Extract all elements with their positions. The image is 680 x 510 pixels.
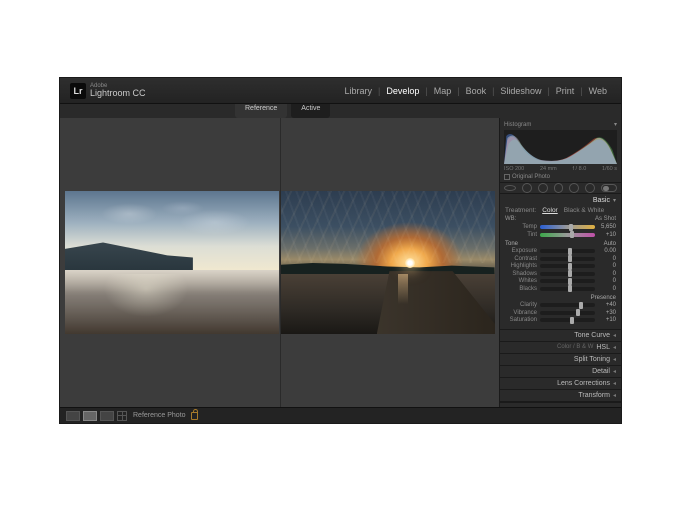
view-loupe-icon[interactable] [66,411,80,421]
brush-icon[interactable] [585,183,595,193]
slider-saturation[interactable]: Saturation +10 [505,317,616,323]
toolbar-bottom: Reference Photo [60,407,621,423]
slider-highlights[interactable]: Highlights 0 [505,263,616,269]
crop-icon[interactable] [504,185,516,191]
radial-icon[interactable] [569,183,579,193]
module-slideshow[interactable]: Slideshow [496,86,545,96]
original-label: Original Photo [512,174,550,180]
tab-active[interactable]: Active [291,104,330,118]
active-photo[interactable] [281,191,495,334]
slider-vibrance[interactable]: Vibrance +30 [505,310,616,316]
compare-viewer [60,118,499,407]
tool-strip [500,183,621,194]
lock-icon[interactable] [191,412,198,420]
chevron-down-icon[interactable]: ▾ [614,121,617,128]
right-panel: Histogram▾ ISO 200 24 mm f / 8.0 1/60 s … [499,118,621,407]
slider-contrast[interactable]: Contrast 0 [505,256,616,262]
panel-lens corrections[interactable]: Lens Corrections◂ [500,378,621,390]
view-grid-icon[interactable] [117,411,127,421]
module-develop[interactable]: Develop [382,86,423,96]
presence-label: Presence [591,295,616,301]
module-library[interactable]: Library [340,86,376,96]
auto-button[interactable]: Auto [604,241,616,247]
lr-icon: Lr [70,83,86,99]
tab-reference[interactable]: Reference [235,104,287,118]
wb-label: WB: [505,216,516,222]
histogram-title: Histogram [504,122,531,128]
bottom-label: Reference Photo [133,412,186,419]
slider-tint[interactable]: Tint +10 [505,232,616,238]
reference-active-tabs: Reference Active [60,104,621,118]
app-logo: Lr Adobe Lightroom CC [70,83,146,99]
module-book[interactable]: Book [462,86,491,96]
brand-app: Lightroom CC [90,89,146,98]
reference-photo[interactable] [65,191,279,334]
tone-label: Tone [505,241,518,247]
gradient-icon[interactable] [554,183,564,193]
module-print[interactable]: Print [552,86,579,96]
treatment-label: Treatment: [505,207,536,214]
basic-title: Basic [593,197,610,204]
histogram-meta: ISO 200 24 mm f / 8.0 1/60 s [504,166,617,172]
histogram-graph[interactable] [504,130,617,164]
panel-hsl[interactable]: Color / B & WHSL◂ [500,342,621,354]
slider-shadows[interactable]: Shadows 0 [505,271,616,277]
panel-split toning[interactable]: Split Toning◂ [500,354,621,366]
basic-panel: Basic▾ Treatment: Color Black & White WB… [500,194,621,330]
slider-blacks[interactable]: Blacks 0 [505,286,616,292]
treatment-bw[interactable]: Black & White [564,207,604,214]
module-map[interactable]: Map [430,86,456,96]
slider-exposure[interactable]: Exposure 0.00 [505,248,616,254]
module-picker: Library| Develop| Map| Book| Slideshow| … [340,86,611,96]
panel-switch[interactable] [601,184,617,192]
panel-transform[interactable]: Transform◂ [500,390,621,402]
histogram-panel: Histogram▾ ISO 200 24 mm f / 8.0 1/60 s … [500,118,621,183]
panel-tone curve[interactable]: Tone Curve◂ [500,330,621,342]
original-checkbox[interactable] [504,174,510,180]
slider-whites[interactable]: Whites 0 [505,278,616,284]
redeye-icon[interactable] [538,183,548,193]
chevron-down-icon[interactable]: ▾ [613,197,616,204]
top-bar: Lr Adobe Lightroom CC Library| Develop| … [60,78,621,104]
spot-icon[interactable] [522,183,532,193]
treatment-color[interactable]: Color [542,207,558,214]
slider-clarity[interactable]: Clarity +40 [505,302,616,308]
slider-temp[interactable]: Temp 5,650 [505,224,616,230]
lightroom-window: Lr Adobe Lightroom CC Library| Develop| … [59,77,622,424]
view-beforeafter-icon[interactable] [100,411,114,421]
wb-dropdown[interactable]: As Shot [595,216,616,222]
module-web[interactable]: Web [585,86,611,96]
panel-detail[interactable]: Detail◂ [500,366,621,378]
view-reference-icon[interactable] [83,411,97,421]
